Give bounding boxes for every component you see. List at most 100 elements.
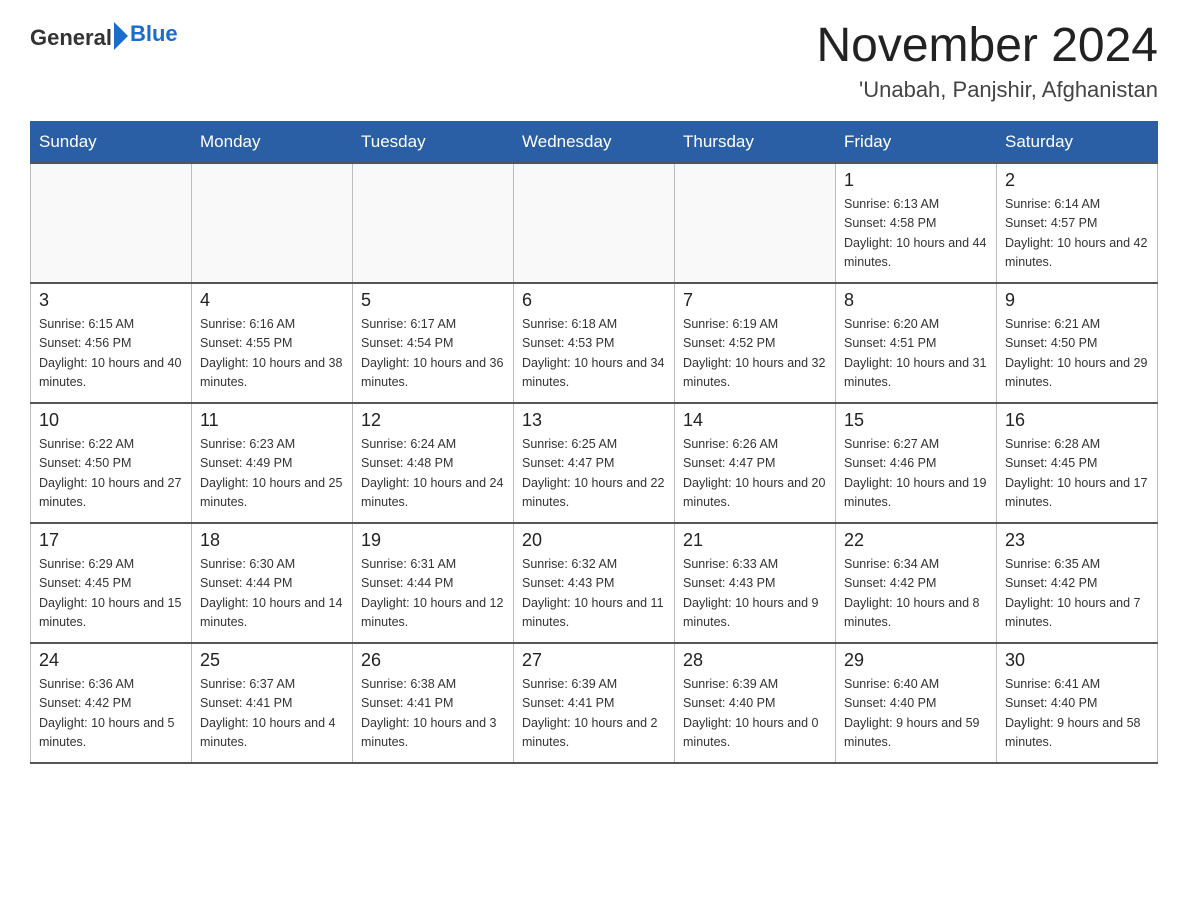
weekday-header-friday: Friday: [836, 121, 997, 163]
day-info: Sunrise: 6:19 AM Sunset: 4:52 PM Dayligh…: [683, 315, 827, 393]
day-info: Sunrise: 6:39 AM Sunset: 4:41 PM Dayligh…: [522, 675, 666, 753]
weekday-header-monday: Monday: [192, 121, 353, 163]
day-number: 30: [1005, 650, 1149, 671]
calendar-cell: [675, 163, 836, 283]
calendar-cell: 17 Sunrise: 6:29 AM Sunset: 4:45 PM Dayli…: [31, 523, 192, 643]
calendar-week-row: 3 Sunrise: 6:15 AM Sunset: 4:56 PM Daylig…: [31, 283, 1158, 403]
day-info: Sunrise: 6:40 AM Sunset: 4:40 PM Dayligh…: [844, 675, 988, 753]
weekday-header-saturday: Saturday: [997, 121, 1158, 163]
day-info: Sunrise: 6:38 AM Sunset: 4:41 PM Dayligh…: [361, 675, 505, 753]
day-number: 8: [844, 290, 988, 311]
day-info: Sunrise: 6:23 AM Sunset: 4:49 PM Dayligh…: [200, 435, 344, 513]
calendar-cell: [31, 163, 192, 283]
calendar-cell: 25 Sunrise: 6:37 AM Sunset: 4:41 PM Dayli…: [192, 643, 353, 763]
calendar-cell: 20 Sunrise: 6:32 AM Sunset: 4:43 PM Dayli…: [514, 523, 675, 643]
location-title: 'Unabah, Panjshir, Afghanistan: [816, 77, 1158, 103]
day-info: Sunrise: 6:37 AM Sunset: 4:41 PM Dayligh…: [200, 675, 344, 753]
month-title: November 2024: [816, 20, 1158, 73]
calendar-cell: 6Sunrise: 6:18 AM Sunset: 4:53 PM Daylig…: [514, 283, 675, 403]
calendar-cell: 3 Sunrise: 6:15 AM Sunset: 4:56 PM Daylig…: [31, 283, 192, 403]
day-number: 20: [522, 530, 666, 551]
day-number: 11: [200, 410, 344, 431]
weekday-header-tuesday: Tuesday: [353, 121, 514, 163]
calendar-cell: 29 Sunrise: 6:40 AM Sunset: 4:40 PM Dayli…: [836, 643, 997, 763]
calendar-cell: 5 Sunrise: 6:17 AM Sunset: 4:54 PM Daylig…: [353, 283, 514, 403]
calendar-cell: 2Sunrise: 6:14 AM Sunset: 4:57 PM Daylig…: [997, 163, 1158, 283]
day-number: 29: [844, 650, 988, 671]
day-info: Sunrise: 6:24 AM Sunset: 4:48 PM Dayligh…: [361, 435, 505, 513]
calendar-week-row: 17 Sunrise: 6:29 AM Sunset: 4:45 PM Dayli…: [31, 523, 1158, 643]
day-info: Sunrise: 6:31 AM Sunset: 4:44 PM Dayligh…: [361, 555, 505, 633]
day-number: 18: [200, 530, 344, 551]
calendar-cell: 24Sunrise: 6:36 AM Sunset: 4:42 PM Dayli…: [31, 643, 192, 763]
day-info: Sunrise: 6:30 AM Sunset: 4:44 PM Dayligh…: [200, 555, 344, 633]
logo-triangle-icon: [114, 22, 128, 50]
day-info: Sunrise: 6:34 AM Sunset: 4:42 PM Dayligh…: [844, 555, 988, 633]
day-number: 4: [200, 290, 344, 311]
day-number: 22: [844, 530, 988, 551]
day-info: Sunrise: 6:26 AM Sunset: 4:47 PM Dayligh…: [683, 435, 827, 513]
day-number: 3: [39, 290, 183, 311]
day-info: Sunrise: 6:39 AM Sunset: 4:40 PM Dayligh…: [683, 675, 827, 753]
day-number: 21: [683, 530, 827, 551]
page-header: General Blue November 2024 'Unabah, Panj…: [30, 20, 1158, 103]
day-info: Sunrise: 6:35 AM Sunset: 4:42 PM Dayligh…: [1005, 555, 1149, 633]
day-info: Sunrise: 6:27 AM Sunset: 4:46 PM Dayligh…: [844, 435, 988, 513]
weekday-header-sunday: Sunday: [31, 121, 192, 163]
calendar-cell: [514, 163, 675, 283]
day-number: 14: [683, 410, 827, 431]
calendar-cell: 30Sunrise: 6:41 AM Sunset: 4:40 PM Dayli…: [997, 643, 1158, 763]
calendar-cell: 22 Sunrise: 6:34 AM Sunset: 4:42 PM Dayli…: [836, 523, 997, 643]
day-number: 12: [361, 410, 505, 431]
day-number: 26: [361, 650, 505, 671]
day-number: 27: [522, 650, 666, 671]
calendar-cell: 23 Sunrise: 6:35 AM Sunset: 4:42 PM Dayli…: [997, 523, 1158, 643]
day-number: 5: [361, 290, 505, 311]
day-number: 19: [361, 530, 505, 551]
calendar-cell: 21Sunrise: 6:33 AM Sunset: 4:43 PM Dayli…: [675, 523, 836, 643]
day-number: 10: [39, 410, 183, 431]
calendar-cell: 16Sunrise: 6:28 AM Sunset: 4:45 PM Dayli…: [997, 403, 1158, 523]
day-info: Sunrise: 6:21 AM Sunset: 4:50 PM Dayligh…: [1005, 315, 1149, 393]
calendar-cell: 9Sunrise: 6:21 AM Sunset: 4:50 PM Daylig…: [997, 283, 1158, 403]
day-number: 23: [1005, 530, 1149, 551]
logo-general-text: General: [30, 25, 112, 51]
day-info: Sunrise: 6:20 AM Sunset: 4:51 PM Dayligh…: [844, 315, 988, 393]
day-info: Sunrise: 6:32 AM Sunset: 4:43 PM Dayligh…: [522, 555, 666, 633]
calendar-cell: 19 Sunrise: 6:31 AM Sunset: 4:44 PM Dayli…: [353, 523, 514, 643]
day-number: 1: [844, 170, 988, 191]
day-info: Sunrise: 6:13 AM Sunset: 4:58 PM Dayligh…: [844, 195, 988, 273]
calendar-cell: 10Sunrise: 6:22 AM Sunset: 4:50 PM Dayli…: [31, 403, 192, 523]
day-info: Sunrise: 6:16 AM Sunset: 4:55 PM Dayligh…: [200, 315, 344, 393]
day-number: 2: [1005, 170, 1149, 191]
day-number: 25: [200, 650, 344, 671]
calendar-cell: 26 Sunrise: 6:38 AM Sunset: 4:41 PM Dayli…: [353, 643, 514, 763]
calendar-week-row: 1 Sunrise: 6:13 AM Sunset: 4:58 PM Daylig…: [31, 163, 1158, 283]
day-info: Sunrise: 6:18 AM Sunset: 4:53 PM Dayligh…: [522, 315, 666, 393]
day-info: Sunrise: 6:17 AM Sunset: 4:54 PM Dayligh…: [361, 315, 505, 393]
calendar-cell: 27 Sunrise: 6:39 AM Sunset: 4:41 PM Dayli…: [514, 643, 675, 763]
title-block: November 2024 'Unabah, Panjshir, Afghani…: [816, 20, 1158, 103]
calendar-cell: 12 Sunrise: 6:24 AM Sunset: 4:48 PM Dayli…: [353, 403, 514, 523]
day-info: Sunrise: 6:25 AM Sunset: 4:47 PM Dayligh…: [522, 435, 666, 513]
weekday-header-thursday: Thursday: [675, 121, 836, 163]
day-info: Sunrise: 6:36 AM Sunset: 4:42 PM Dayligh…: [39, 675, 183, 753]
weekday-header-wednesday: Wednesday: [514, 121, 675, 163]
day-number: 17: [39, 530, 183, 551]
day-number: 15: [844, 410, 988, 431]
calendar-cell: 18 Sunrise: 6:30 AM Sunset: 4:44 PM Dayli…: [192, 523, 353, 643]
calendar-cell: 1 Sunrise: 6:13 AM Sunset: 4:58 PM Daylig…: [836, 163, 997, 283]
day-number: 13: [522, 410, 666, 431]
calendar-cell: 11 Sunrise: 6:23 AM Sunset: 4:49 PM Dayli…: [192, 403, 353, 523]
calendar-cell: [353, 163, 514, 283]
day-number: 7: [683, 290, 827, 311]
day-number: 16: [1005, 410, 1149, 431]
calendar-cell: 7 Sunrise: 6:19 AM Sunset: 4:52 PM Daylig…: [675, 283, 836, 403]
day-info: Sunrise: 6:15 AM Sunset: 4:56 PM Dayligh…: [39, 315, 183, 393]
calendar-cell: 4 Sunrise: 6:16 AM Sunset: 4:55 PM Daylig…: [192, 283, 353, 403]
calendar-cell: [192, 163, 353, 283]
calendar-cell: 8 Sunrise: 6:20 AM Sunset: 4:51 PM Daylig…: [836, 283, 997, 403]
logo: General Blue: [30, 20, 178, 51]
day-info: Sunrise: 6:29 AM Sunset: 4:45 PM Dayligh…: [39, 555, 183, 633]
weekday-header-row: SundayMondayTuesdayWednesdayThursdayFrid…: [31, 121, 1158, 163]
